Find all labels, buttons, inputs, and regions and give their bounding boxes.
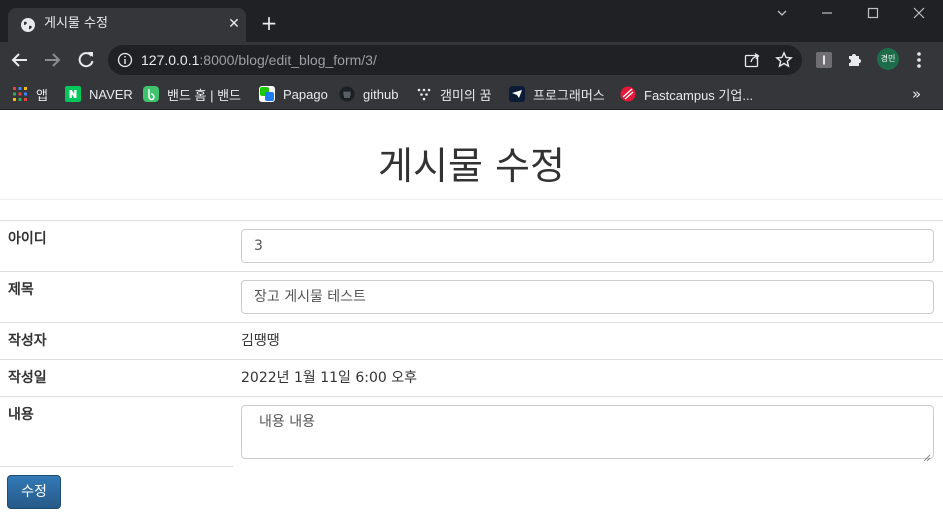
title-label: 제목: [8, 282, 34, 298]
tab-title: 게시물 수정: [44, 16, 108, 31]
tab-search-icon[interactable]: [770, 4, 794, 24]
new-tab-icon[interactable]: +: [259, 13, 279, 34]
bookmark-naver[interactable]: NAVER: [65, 84, 133, 104]
created-date-label: 작성일: [8, 370, 47, 386]
row-divider: [0, 271, 943, 272]
page-title: 게시물 수정: [378, 144, 565, 188]
address-bar[interactable]: 127.0.0.1:8000/blog/edit_blog_form/3/: [108, 45, 802, 75]
info-icon[interactable]: [117, 52, 133, 68]
row-divider: [0, 220, 943, 221]
bookmarks-overflow-icon[interactable]: »: [912, 85, 921, 103]
close-tab-icon[interactable]: ✕: [226, 16, 242, 32]
page-content: 게시물 수정 아이디 3 제목 장고 게시물 테스트 작성자 김땡땡 작성일 2…: [0, 110, 943, 517]
minimize-icon[interactable]: [815, 4, 839, 24]
share-icon[interactable]: [743, 51, 761, 69]
resize-grip-icon[interactable]: [923, 448, 931, 462]
bookmark-fastcampus[interactable]: Fastcampus 기업...: [620, 84, 753, 104]
naver-icon: [65, 86, 81, 102]
row-divider: [0, 322, 943, 323]
globe-icon: [20, 17, 36, 33]
url-text[interactable]: 127.0.0.1:8000/blog/edit_blog_form/3/: [141, 51, 377, 69]
author-value: 김땡땡: [241, 333, 280, 349]
bookmark-github[interactable]: github: [339, 84, 398, 104]
more-menu-icon[interactable]: [914, 51, 924, 69]
submit-edit-button[interactable]: 수정: [7, 475, 61, 509]
forward-arrow-icon[interactable]: [40, 48, 64, 72]
content-textarea[interactable]: 내용 내용: [241, 405, 934, 462]
browser-tab[interactable]: 게시물 수정 ✕: [8, 8, 246, 42]
maximize-icon[interactable]: [861, 4, 885, 24]
puzzle-extensions-icon[interactable]: [846, 51, 864, 69]
dots-icon: [416, 86, 432, 102]
browser-tabstrip: 게시물 수정 ✕ +: [0, 0, 943, 42]
bookmark-programmers[interactable]: 프로그래머스: [509, 84, 605, 104]
row-divider: [0, 396, 943, 397]
bookmark-band[interactable]: 밴드 홈 | 밴드: [143, 84, 241, 104]
apps-grid-icon: [12, 86, 28, 102]
bookmark-dream[interactable]: 갬미의 꿈: [416, 84, 491, 104]
id-input[interactable]: 3: [241, 229, 934, 263]
profile-avatar[interactable]: 경민: [877, 48, 899, 70]
programmers-icon: [509, 86, 525, 102]
title-input[interactable]: 장고 게시물 테스트: [241, 280, 934, 314]
bookmarks-bar: 앱 NAVER 밴드 홈 | 밴드 Papago github 갬미의 꿈 프로…: [0, 78, 943, 110]
author-label: 작성자: [8, 333, 47, 349]
bookmark-star-icon[interactable]: [775, 51, 793, 69]
extension-i-icon[interactable]: [815, 51, 833, 69]
papago-icon: [259, 86, 275, 102]
title-divider: [0, 199, 943, 200]
created-date-value: 2022년 1월 11일 6:00 오후: [241, 370, 417, 386]
browser-toolbar: 127.0.0.1:8000/blog/edit_blog_form/3/ 경민: [0, 42, 943, 78]
content-text: 내용 내용: [259, 414, 315, 430]
fastcampus-icon: [620, 86, 636, 102]
reload-icon[interactable]: [74, 48, 98, 72]
row-divider: [0, 359, 943, 360]
github-icon: [339, 86, 355, 102]
bookmark-papago[interactable]: Papago: [259, 84, 328, 104]
close-window-icon[interactable]: [907, 4, 931, 24]
back-arrow-icon[interactable]: [8, 48, 32, 72]
row-divider: [0, 466, 233, 467]
bookmark-apps[interactable]: 앱: [12, 84, 48, 104]
content-label: 내용: [8, 407, 34, 423]
band-icon: [143, 86, 159, 102]
id-label: 아이디: [8, 231, 47, 247]
